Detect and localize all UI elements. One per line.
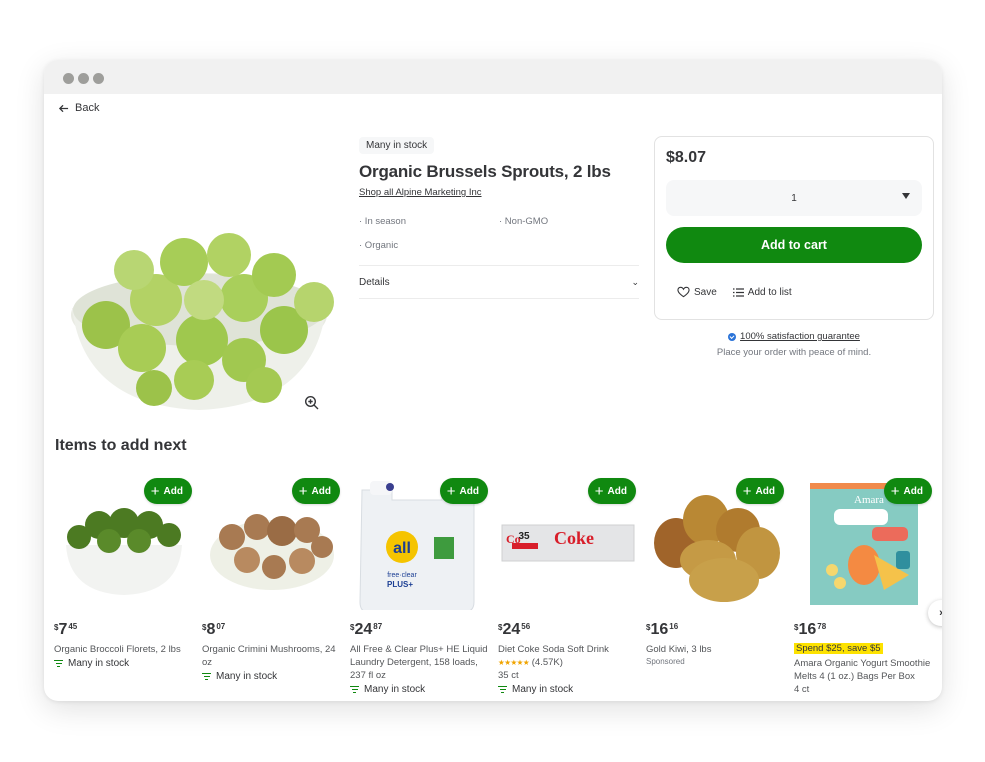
item-name[interactable]: Organic Crimini Mushrooms, 24 oz (202, 643, 342, 669)
browser-window: Back Many in stock Organic Brussels Spro… (44, 60, 942, 701)
stock-badge: Many in stock (359, 137, 435, 154)
plus-icon: + (890, 482, 900, 500)
list-icon (732, 287, 744, 297)
details-label: Details (359, 276, 390, 288)
buy-box: $8.07 1 Add to cart Save Add to list (654, 136, 934, 320)
chevron-right-icon: › (939, 607, 942, 619)
add-to-list-button[interactable]: Add to list (732, 286, 792, 298)
guarantee-link-text: 100% satisfaction guarantee (740, 331, 860, 342)
guarantee-link[interactable]: 100% satisfaction guarantee (728, 330, 860, 344)
arrow-left-icon (58, 104, 69, 112)
svg-text:all: all (393, 540, 411, 557)
product-card-image[interactable]: 35 Coke Co + Add (498, 475, 638, 610)
attribute-non-gmo: · Non-GMO (499, 216, 549, 227)
item-price: $16 16 (646, 621, 679, 638)
attribute-organic: · Organic (359, 240, 399, 251)
window-maximize-button[interactable] (93, 73, 104, 84)
plus-icon: + (298, 482, 308, 500)
item-stock: Many in stock (498, 684, 638, 695)
quantity-select[interactable]: 1 (666, 180, 922, 216)
product-card[interactable]: + Add $16 16 Gold Kiwi, 3 lbs Sponsored (646, 475, 786, 666)
add-to-cart-button[interactable]: Add to cart (666, 227, 922, 263)
product-card-image[interactable]: Amara + Add (794, 475, 934, 610)
svg-text:PLUS+: PLUS+ (387, 580, 413, 589)
heart-icon (677, 286, 690, 298)
product-card-image[interactable]: + Add (54, 475, 194, 610)
item-rating: ★★★★★ (4.57K) (498, 657, 563, 668)
item-stock: Many in stock (350, 684, 490, 695)
caret-down-icon (902, 193, 910, 199)
quantity-value: 1 (791, 192, 797, 204)
add-item-button[interactable]: + Add (883, 478, 932, 504)
product-card[interactable]: 35 Coke Co + Add $24 56 Diet Coke Soda Soft … (498, 475, 638, 695)
details-accordion[interactable]: Details ⌄ (359, 265, 639, 299)
product-price: $8.07 (666, 149, 707, 166)
recommendations-carousel: + Add $7 45 Organic Broccoli Florets, 2 lb… (52, 475, 942, 701)
item-name[interactable]: Diet Coke Soda Soft Drink (498, 643, 638, 656)
save-button[interactable]: Save (677, 286, 717, 298)
add-item-button[interactable]: + Add (439, 478, 488, 504)
verified-check-icon (728, 333, 737, 341)
window-titlebar (44, 60, 942, 94)
add-to-list-label: Add to list (747, 286, 792, 298)
stock-level-icon (350, 685, 359, 694)
item-price: $16 78 (794, 621, 827, 638)
satisfaction-guarantee: 100% satisfaction guarantee Place your o… (654, 330, 934, 360)
plus-icon: + (742, 482, 752, 500)
product-image[interactable] (64, 140, 334, 415)
item-name[interactable]: Gold Kiwi, 3 lbs (646, 643, 786, 656)
product-title: Organic Brussels Sprouts, 2 lbs (359, 162, 611, 181)
item-price: $8 07 (202, 621, 226, 638)
add-item-button[interactable]: + Add (587, 478, 636, 504)
product-card-image[interactable]: all free·clear PLUS+ + Add (350, 475, 490, 613)
zoom-in-icon[interactable] (304, 395, 320, 411)
product-card[interactable]: Amara + Add $16 78 Spend $25, save $5 Amar… (794, 475, 934, 696)
product-card-image[interactable]: + Add (646, 475, 786, 610)
back-button[interactable]: Back (58, 102, 99, 114)
item-price: $7 45 (54, 621, 78, 638)
window-close-button[interactable] (63, 73, 74, 84)
stock-level-icon (498, 685, 507, 694)
svg-text:free·clear: free·clear (387, 572, 417, 579)
item-name[interactable]: Organic Broccoli Florets, 2 lbs (54, 643, 194, 656)
shop-brand-link[interactable]: Shop all Alpine Marketing Inc (359, 187, 482, 198)
add-item-button[interactable]: + Add (143, 478, 192, 504)
svg-text:Amara: Amara (854, 494, 884, 506)
plus-icon: + (594, 482, 604, 500)
window-minimize-button[interactable] (78, 73, 89, 84)
save-label: Save (694, 286, 717, 298)
item-size: 35 ct (498, 670, 519, 681)
guarantee-subtext: Place your order with peace of mind. (716, 347, 872, 358)
product-info: Many in stock Organic Brussels Sprouts, … (359, 135, 639, 299)
sponsored-label: Sponsored (646, 657, 685, 666)
item-price: $24 87 (350, 621, 383, 638)
item-stock: Many in stock (202, 671, 342, 682)
add-item-button[interactable]: + Add (291, 478, 340, 504)
product-card[interactable]: + Add $7 45 Organic Broccoli Florets, 2 lb… (54, 475, 194, 669)
product-attributes: · In season · Non-GMO · Organic (359, 216, 639, 251)
chevron-down-icon: ⌄ (631, 276, 639, 287)
item-name[interactable]: All Free & Clear Plus+ HE Liquid Laundry… (350, 643, 490, 682)
svg-text:Co: Co (506, 532, 521, 546)
product-card[interactable]: + Add $8 07 Organic Crimini Mushrooms, 24 … (202, 475, 342, 682)
attribute-in-season: · In season (359, 216, 406, 227)
rating-stars-icon: ★★★★★ (498, 658, 530, 667)
item-name[interactable]: Amara Organic Yogurt Smoothie Melts 4 (1… (794, 657, 934, 683)
item-stock: Many in stock (54, 658, 194, 669)
product-card-image[interactable]: + Add (202, 475, 342, 610)
product-card[interactable]: all free·clear PLUS+ + Add $24 87 All Free &… (350, 475, 490, 695)
back-label: Back (75, 102, 100, 114)
recommendations-title: Items to add next (55, 437, 187, 454)
plus-icon: + (150, 482, 160, 500)
svg-text:Coke: Coke (554, 528, 594, 548)
plus-icon: + (446, 482, 456, 500)
stock-level-icon (202, 672, 211, 681)
promo-badge[interactable]: Spend $25, save $5 (794, 643, 883, 654)
add-item-button[interactable]: + Add (735, 478, 784, 504)
stock-level-icon (54, 659, 63, 668)
item-size: 4 ct (794, 684, 810, 695)
item-price: $24 56 (498, 621, 531, 638)
